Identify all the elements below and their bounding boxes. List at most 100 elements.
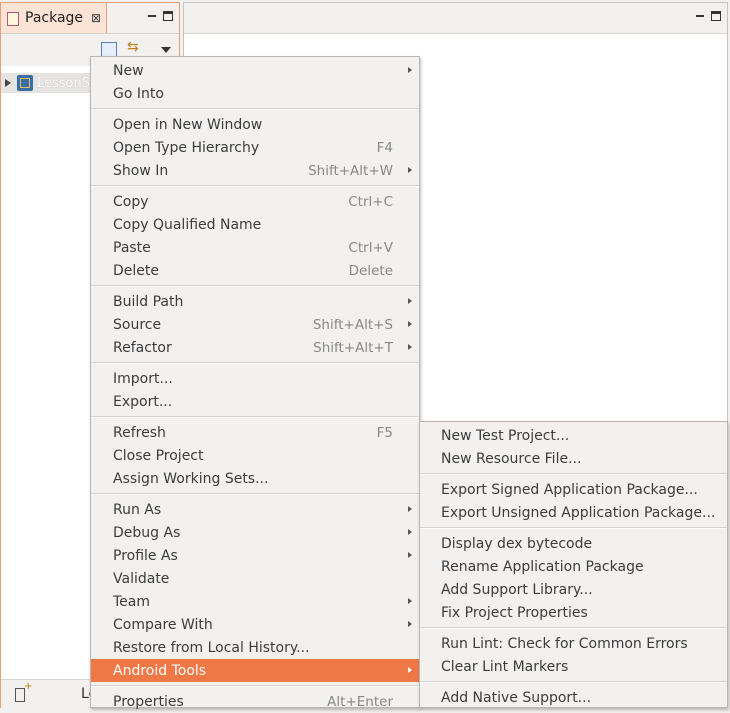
close-icon[interactable]: ⊠ xyxy=(91,11,101,25)
view-controls xyxy=(147,11,173,21)
menu-item-close-project[interactable]: Close Project xyxy=(91,444,419,467)
menu-item-label: Compare With xyxy=(113,616,213,633)
menu-item-label: Refactor xyxy=(113,339,172,356)
menu-item-label: Import... xyxy=(113,370,173,387)
menu-separator xyxy=(420,527,727,529)
menu-item-label: Refresh xyxy=(113,424,166,441)
tab-label: Package xyxy=(25,10,84,26)
minimize-icon[interactable] xyxy=(695,11,705,21)
link-with-editor-icon[interactable] xyxy=(127,39,141,56)
menu-item-label: New Test Project... xyxy=(441,427,570,444)
menu-item-add-native-support[interactable]: Add Native Support... xyxy=(420,686,727,709)
maximize-icon[interactable] xyxy=(163,11,173,21)
package-icon xyxy=(7,11,19,26)
menu-item-delete[interactable]: Delete Delete xyxy=(91,259,419,282)
menu-item-properties[interactable]: Properties Alt+Enter xyxy=(91,690,419,713)
new-file-icon[interactable] xyxy=(15,681,32,702)
menu-item-label: Source xyxy=(113,316,162,333)
menu-item-label: Run As xyxy=(113,501,162,518)
menu-item-shortcut: Shift+Alt+S xyxy=(312,316,393,333)
menu-item-validate[interactable]: Validate xyxy=(91,567,419,590)
menu-item-go-into[interactable]: Go Into xyxy=(91,82,419,105)
menu-item-label: Android Tools xyxy=(113,662,207,679)
submenu-arrow-icon xyxy=(408,667,412,673)
menu-item-fix-project-properties[interactable]: Fix Project Properties xyxy=(420,601,727,624)
menu-item-export-unsigned-application-package[interactable]: Export Unsigned Application Package... xyxy=(420,501,727,524)
menu-item-shortcut: Shift+Alt+T xyxy=(313,339,393,356)
menu-item-label: Copy Qualified Name xyxy=(113,216,262,233)
minimize-icon[interactable] xyxy=(147,11,157,21)
menu-item-open-in-new-window[interactable]: Open in New Window xyxy=(91,113,419,136)
menu-item-new-test-project[interactable]: New Test Project... xyxy=(420,424,727,447)
editor-view-controls xyxy=(695,11,721,21)
menu-item-label: Open in New Window xyxy=(113,116,263,133)
menu-item-build-path[interactable]: Build Path xyxy=(91,290,419,313)
menu-item-label: Clear Lint Markers xyxy=(441,658,569,675)
submenu-arrow-icon xyxy=(408,67,412,73)
project-icon xyxy=(17,75,33,91)
menu-separator xyxy=(420,681,727,683)
menu-item-label: Restore from Local History... xyxy=(113,639,310,656)
menu-item-clear-lint-markers[interactable]: Clear Lint Markers xyxy=(420,655,727,678)
menu-item-label: Export Signed Application Package... xyxy=(441,481,698,498)
menu-item-label: Go Into xyxy=(113,85,164,102)
submenu-arrow-icon xyxy=(408,598,412,604)
menu-separator xyxy=(91,416,419,418)
menu-item-export-signed-application-package[interactable]: Export Signed Application Package... xyxy=(420,478,727,501)
menu-separator xyxy=(420,627,727,629)
menu-item-label: Show In xyxy=(113,162,169,179)
menu-item-label: Properties xyxy=(113,693,184,710)
menu-item-team[interactable]: Team xyxy=(91,590,419,613)
menu-item-refresh[interactable]: Refresh F5 xyxy=(91,421,419,444)
menu-item-restore-from-local-history[interactable]: Restore from Local History... xyxy=(91,636,419,659)
menu-item-android-tools[interactable]: Android Tools xyxy=(91,659,419,682)
menu-item-label: Team xyxy=(113,593,151,610)
context-menu: New Go Into Open in New Window Open Type Hi… xyxy=(90,56,420,710)
menu-item-new-resource-file[interactable]: New Resource File... xyxy=(420,447,727,470)
menu-separator xyxy=(91,493,419,495)
menu-item-profile-as[interactable]: Profile As xyxy=(91,544,419,567)
menu-item-label: Debug As xyxy=(113,524,181,541)
menu-item-label: Paste xyxy=(113,239,151,256)
menu-item-copy[interactable]: Copy Ctrl+C xyxy=(91,190,419,213)
project-label: LessonS xyxy=(37,75,91,91)
maximize-icon[interactable] xyxy=(711,11,721,21)
menu-item-refactor[interactable]: Refactor Shift+Alt+T xyxy=(91,336,419,359)
view-menu-icon[interactable] xyxy=(159,42,173,56)
menu-item-show-in[interactable]: Show In Shift+Alt+W xyxy=(91,159,419,182)
menu-item-paste[interactable]: Paste Ctrl+V xyxy=(91,236,419,259)
submenu-arrow-icon xyxy=(408,552,412,558)
menu-item-source[interactable]: Source Shift+Alt+S xyxy=(91,313,419,336)
menu-item-run-as[interactable]: Run As xyxy=(91,498,419,521)
package-explorer-tab[interactable]: Package ⊠ xyxy=(1,3,107,33)
menu-item-assign-working-sets[interactable]: Assign Working Sets... xyxy=(91,467,419,490)
submenu-arrow-icon xyxy=(408,529,412,535)
menu-item-label: Run Lint: Check for Common Errors xyxy=(441,635,688,652)
menu-item-run-lint-check-for-common-errors[interactable]: Run Lint: Check for Common Errors xyxy=(420,632,727,655)
menu-item-copy-qualified-name[interactable]: Copy Qualified Name xyxy=(91,213,419,236)
menu-separator xyxy=(420,473,727,475)
expand-arrow-icon[interactable] xyxy=(5,79,11,87)
menu-item-import[interactable]: Import... xyxy=(91,367,419,390)
menu-item-label: Validate xyxy=(113,570,170,587)
menu-item-rename-application-package[interactable]: Rename Application Package xyxy=(420,555,727,578)
menu-item-shortcut: F4 xyxy=(376,139,393,156)
menu-item-label: Add Support Library... xyxy=(441,581,593,598)
menu-item-new[interactable]: New xyxy=(91,59,419,82)
menu-item-display-dex-bytecode[interactable]: Display dex bytecode xyxy=(420,532,727,555)
menu-item-label: Rename Application Package xyxy=(441,558,644,575)
submenu-arrow-icon xyxy=(408,506,412,512)
menu-item-add-support-library[interactable]: Add Support Library... xyxy=(420,578,727,601)
menu-item-compare-with[interactable]: Compare With xyxy=(91,613,419,636)
menu-item-export[interactable]: Export... xyxy=(91,390,419,413)
menu-item-label: Export Unsigned Application Package... xyxy=(441,504,716,521)
submenu-arrow-icon xyxy=(408,298,412,304)
menu-item-shortcut: Alt+Enter xyxy=(327,693,393,710)
menu-separator xyxy=(91,108,419,110)
menu-item-label: Open Type Hierarchy xyxy=(113,139,260,156)
menu-item-debug-as[interactable]: Debug As xyxy=(91,521,419,544)
menu-item-shortcut: F5 xyxy=(376,424,393,441)
menu-item-shortcut: Ctrl+C xyxy=(348,193,393,210)
menu-item-open-type-hierarchy[interactable]: Open Type Hierarchy F4 xyxy=(91,136,419,159)
view-tab-bar: Package ⊠ xyxy=(1,3,179,34)
